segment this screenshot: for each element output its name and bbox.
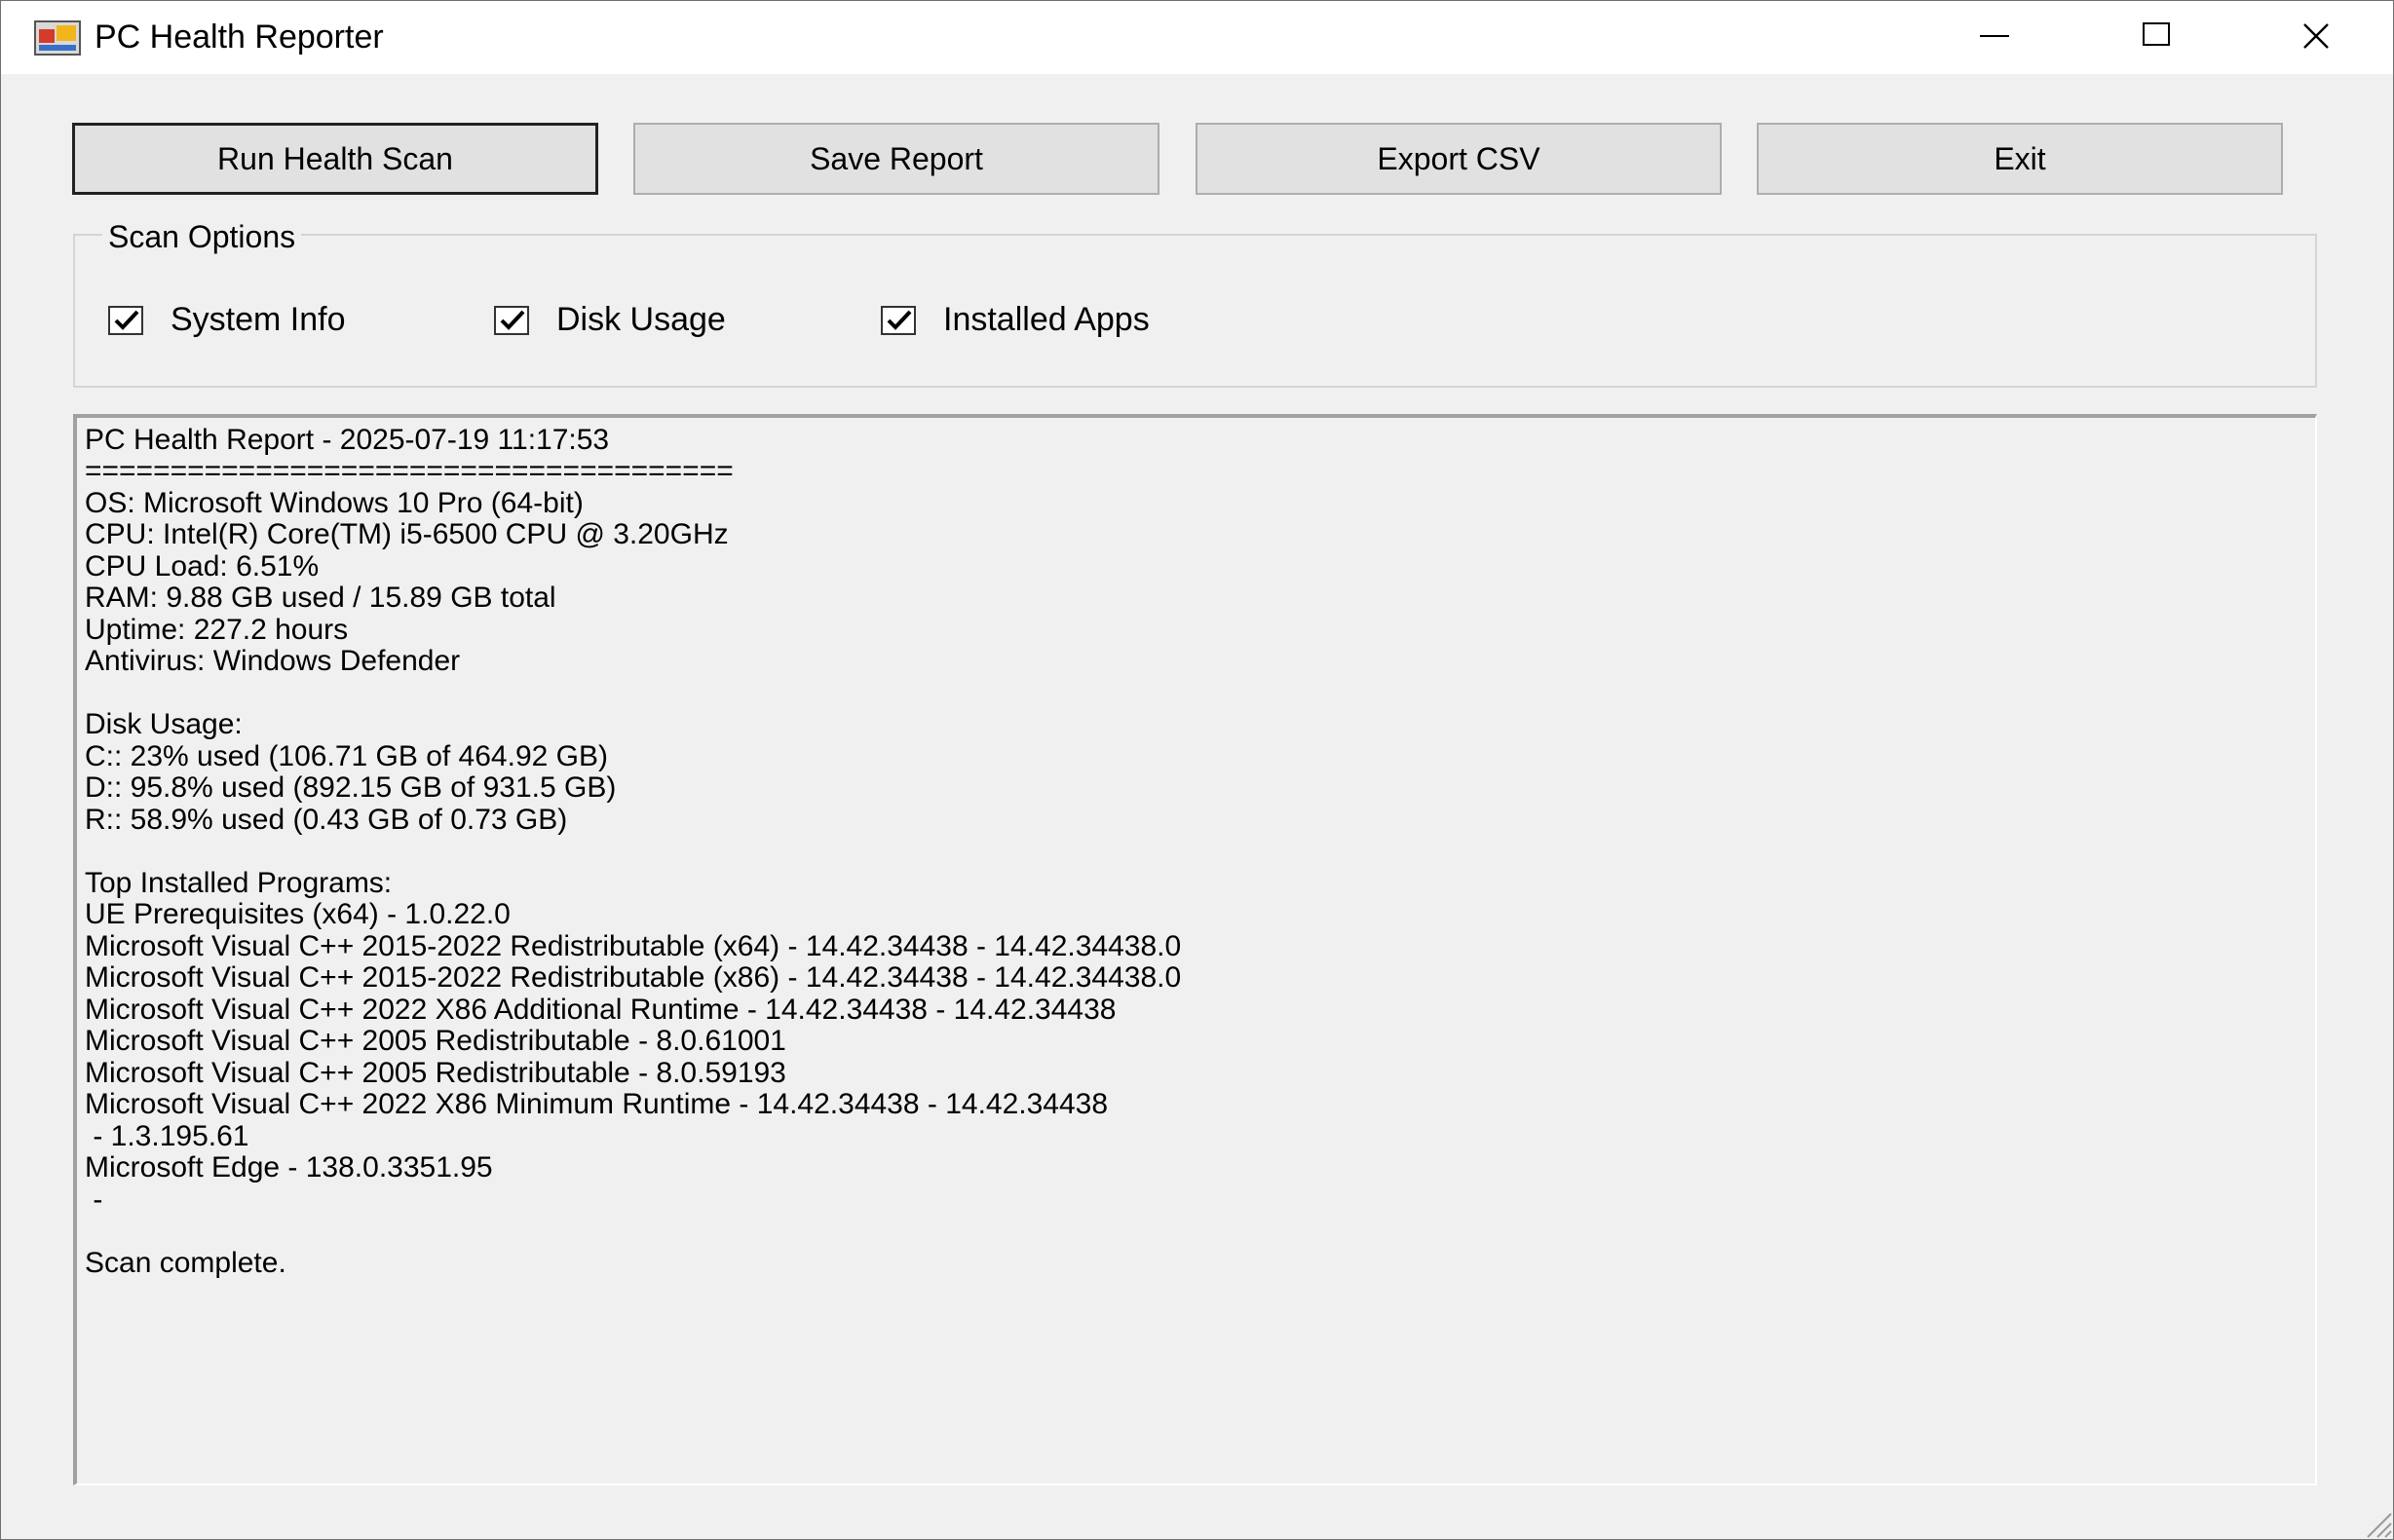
report-line: Microsoft Visual C++ 2005 Redistributabl…	[85, 1025, 786, 1057]
resize-grip-icon	[2367, 1513, 2392, 1538]
report-line: Microsoft Visual C++ 2005 Redistributabl…	[85, 1057, 786, 1089]
report-line: CPU: Intel(R) Core(TM) i5-6500 CPU @ 3.2…	[85, 518, 729, 550]
report-textbox[interactable]: PC Health Report - 2025-07-19 11:17:53 =…	[73, 414, 2317, 1485]
scan-options-title: Scan Options	[102, 217, 302, 256]
report-line: Antivirus: Windows Defender	[85, 645, 461, 677]
report-line: - 1.3.195.61	[85, 1120, 249, 1152]
report-line: Top Installed Programs:	[85, 867, 393, 899]
checkbox-label[interactable]: Disk Usage	[556, 300, 726, 339]
checkbox-box[interactable]	[494, 306, 529, 335]
report-line: PC Health Report - 2025-07-19 11:17:53	[85, 424, 610, 456]
report-line: Microsoft Visual C++ 2015-2022 Redistrib…	[85, 930, 1182, 962]
report-line: ======================================	[85, 455, 734, 487]
checkbox-label[interactable]: System Info	[171, 300, 346, 339]
exit-button[interactable]: Exit	[1757, 123, 2283, 195]
checkmark-icon	[500, 310, 525, 330]
report-line: Microsoft Edge - 138.0.3351.95	[85, 1151, 493, 1183]
checkbox-box[interactable]	[108, 306, 143, 335]
report-line: UE Prerequisites (x64) - 1.0.22.0	[85, 898, 511, 930]
report-line: -	[85, 1183, 111, 1216]
save-report-button[interactable]: Save Report	[633, 123, 1159, 195]
report-line: Disk Usage:	[85, 708, 243, 740]
checkbox-label[interactable]: Installed Apps	[943, 300, 1150, 339]
report-line: D:: 95.8% used (892.15 GB of 931.5 GB)	[85, 771, 617, 804]
resize-grip[interactable]	[2354, 1500, 2393, 1539]
report-line: Microsoft Visual C++ 2022 X86 Additional…	[85, 994, 1117, 1026]
checkmark-icon	[114, 310, 139, 330]
checkbox-box[interactable]	[881, 306, 916, 335]
report-line: C:: 23% used (106.71 GB of 464.92 GB)	[85, 740, 608, 772]
report-line: Scan complete.	[85, 1247, 286, 1279]
report-line: R:: 58.9% used (0.43 GB of 0.73 GB)	[85, 804, 568, 836]
report-line: Microsoft Visual C++ 2022 X86 Minimum Ru…	[85, 1088, 1109, 1120]
export-csv-button[interactable]: Export CSV	[1196, 123, 1722, 195]
app-window: PC Health Reporter Run Health Scan Save …	[0, 0, 2394, 1540]
report-line: RAM: 9.88 GB used / 15.89 GB total	[85, 582, 556, 614]
report-line: Microsoft Visual C++ 2015-2022 Redistrib…	[85, 961, 1182, 994]
run-health-scan-button[interactable]: Run Health Scan	[72, 123, 598, 195]
checkmark-icon	[887, 310, 912, 330]
report-line: OS: Microsoft Windows 10 Pro (64-bit)	[85, 487, 584, 519]
report-line: Uptime: 227.2 hours	[85, 614, 349, 646]
scan-options-group	[73, 234, 2317, 388]
report-line: CPU Load: 6.51%	[85, 550, 320, 582]
